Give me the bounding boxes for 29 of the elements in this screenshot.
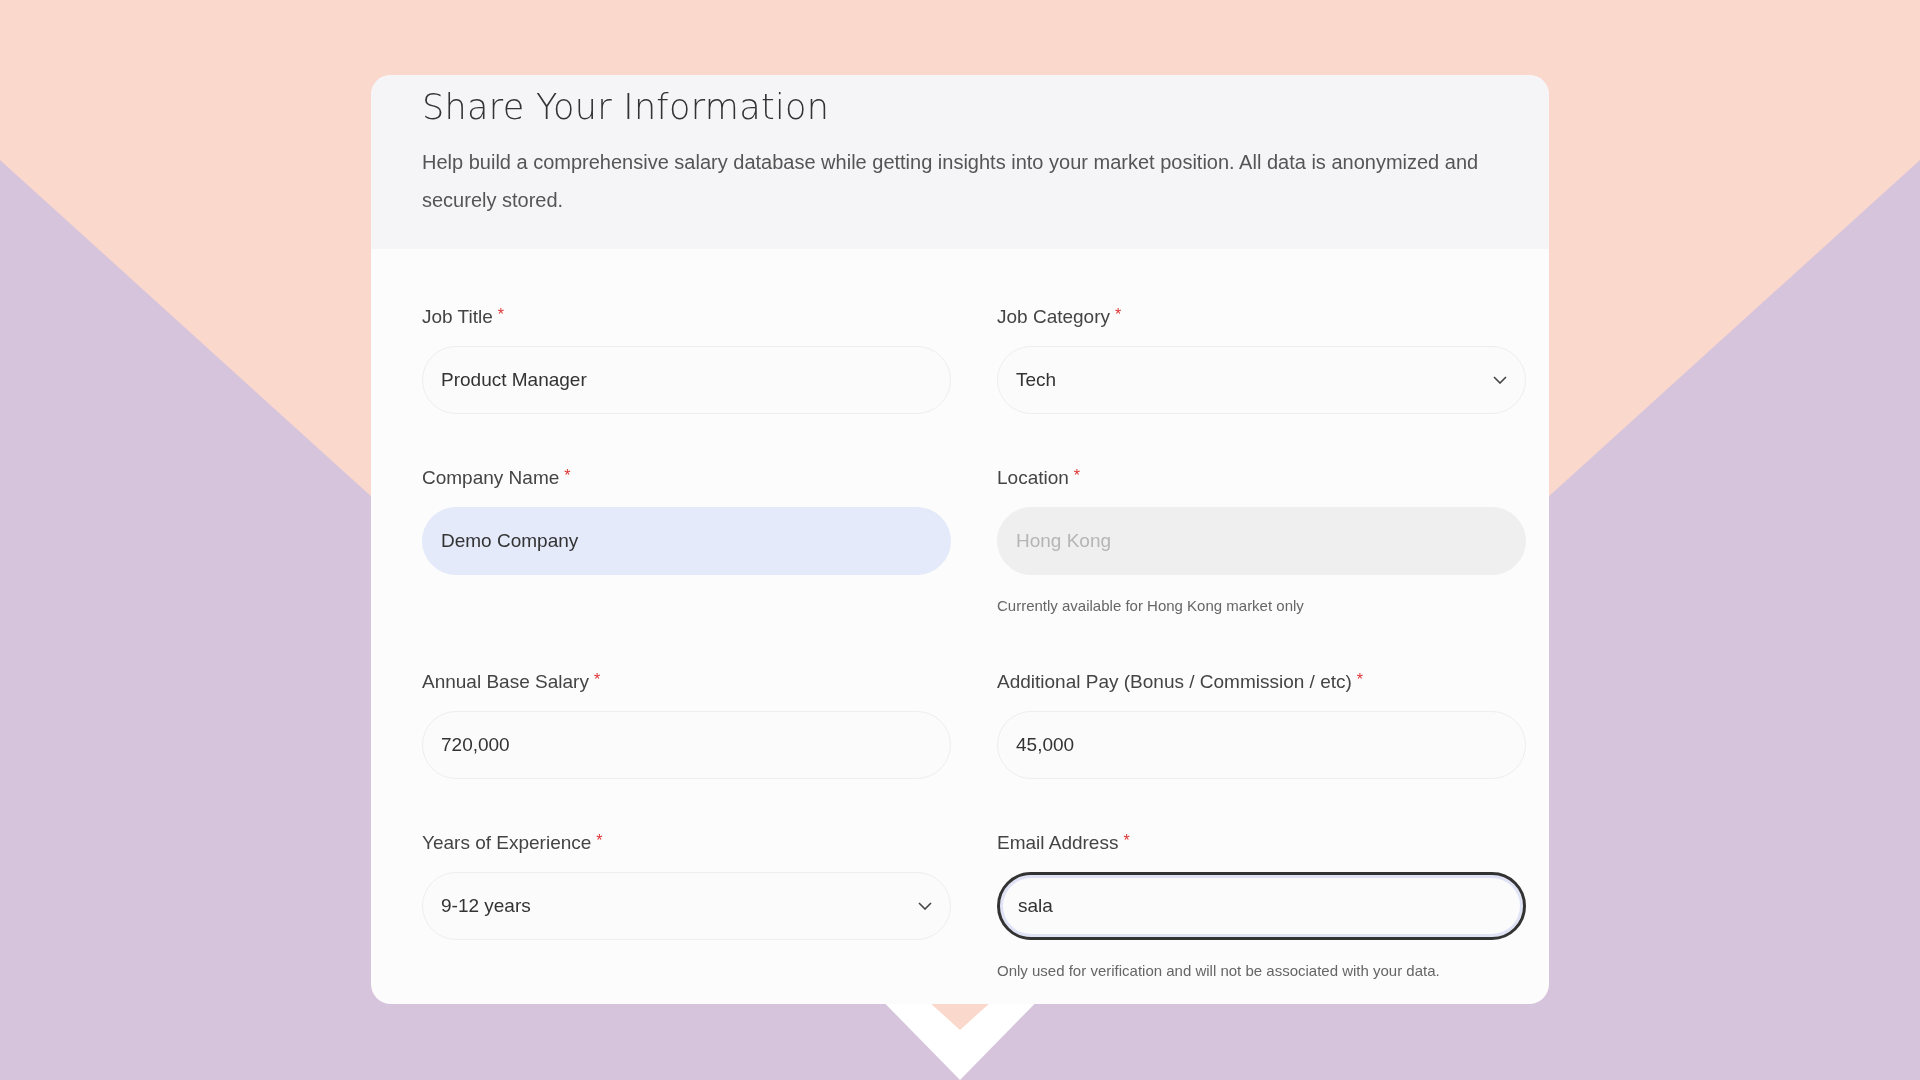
required-mark: * (596, 832, 603, 850)
chevron-down-icon (918, 902, 932, 910)
field-label: Years of Experience (422, 832, 592, 854)
field-label: Location (997, 467, 1069, 489)
input-field[interactable]: Demo Company (422, 507, 951, 575)
field-hint: Currently available for Hong Kong market only (997, 597, 1305, 614)
required-mark: * (1356, 671, 1364, 689)
chevron-down-icon (1493, 376, 1507, 384)
input-field[interactable]: 45,000 (997, 711, 1526, 779)
required-mark: * (564, 467, 571, 485)
input-field[interactable]: sala (997, 872, 1526, 940)
field-label: Job Category (997, 306, 1110, 328)
select-field[interactable]: 9-12 years (422, 872, 951, 940)
field-label: Company Name (422, 467, 560, 489)
field-label: Job Title (422, 306, 493, 328)
field-label: Additional Pay (Bonus / Commission / etc) (997, 671, 1352, 693)
field-label: Annual Base Salary (422, 671, 589, 693)
required-mark: * (497, 306, 504, 324)
form-description: Help build a comprehensive salary database while getting insights into your market position. All data is anonymized and securely stored. (422, 150, 1480, 213)
required-mark: * (1115, 306, 1122, 324)
form-title: Share Your Information (422, 87, 831, 127)
required-mark: * (593, 671, 601, 689)
select-field[interactable]: Tech (997, 346, 1526, 414)
required-mark: * (1073, 467, 1081, 485)
field-label: Email Address (997, 832, 1119, 854)
field-hint: Only used for verification and will not be associated with your data. (997, 962, 1441, 979)
input-field[interactable]: Product Manager (422, 346, 951, 414)
input-field[interactable]: 720,000 (422, 711, 951, 779)
required-mark: * (1123, 832, 1130, 850)
